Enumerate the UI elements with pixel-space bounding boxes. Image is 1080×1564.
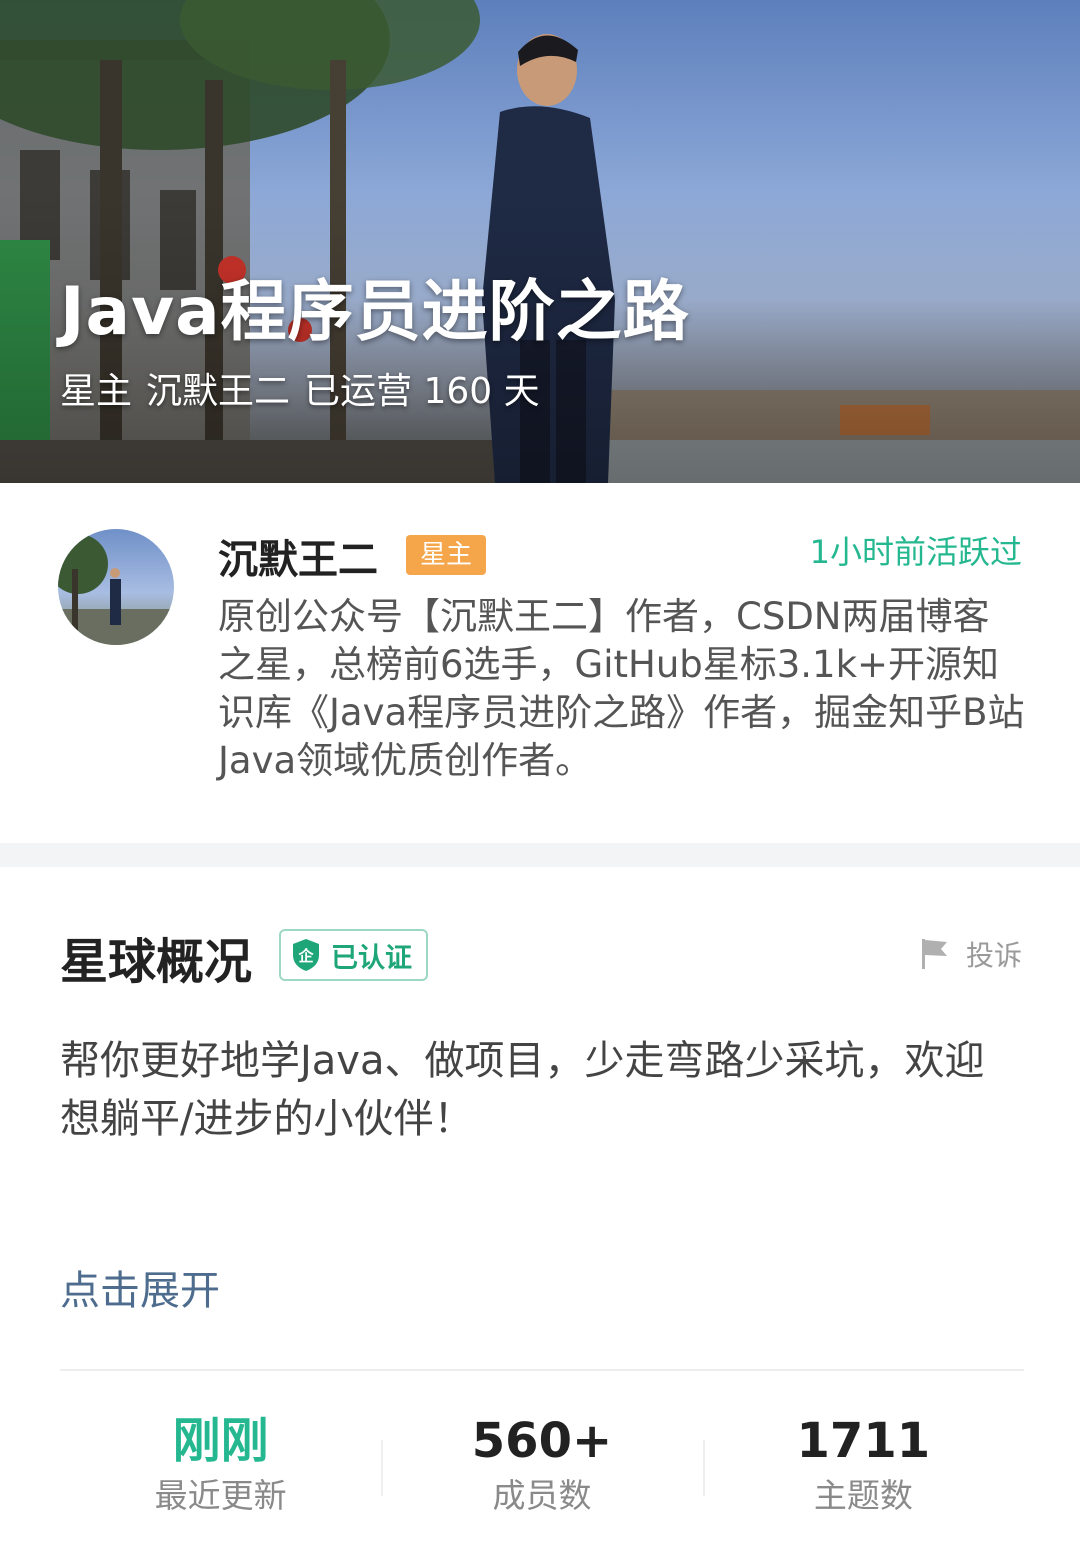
avatar-photo xyxy=(58,534,174,645)
report-button[interactable]: 投诉 xyxy=(920,934,1022,974)
stat-label: 成员数 xyxy=(492,1476,592,1515)
flag-icon xyxy=(921,939,947,969)
cover-banner: Java程序员进阶之路 星主 沉默王二 已运营 160 天 xyxy=(0,0,1080,483)
owner-card: 沉默王二 星主 1小时前活跃过 原创公众号【沉默王二】作者，CSDN两届博客之星… xyxy=(0,483,1080,843)
owner-prefix: 星主 xyxy=(60,371,133,412)
report-label: 投诉 xyxy=(965,939,1022,972)
verified-badge[interactable]: 企 已认证 xyxy=(279,929,428,981)
section-divider xyxy=(0,843,1080,867)
operating-days: 已运营 160 天 xyxy=(304,371,540,412)
stat-value: 560+ xyxy=(471,1413,613,1469)
shield-icon-text: 企 xyxy=(297,947,314,965)
verified-label: 已认证 xyxy=(331,942,412,974)
owner-name-link[interactable]: 沉默王二 xyxy=(146,371,290,412)
planet-description: 帮你更好地学Java、做项目，少走弯路少采坑，欢迎想躺平/进步的小伙伴！ xyxy=(60,1038,985,1142)
stat-value: 1711 xyxy=(796,1413,931,1469)
overview-title: 星球概况 xyxy=(60,934,253,990)
stat-members[interactable]: 560+ 成员数 xyxy=(381,1410,702,1520)
stat-value: 刚刚 xyxy=(172,1413,269,1469)
stat-label: 最近更新 xyxy=(154,1476,287,1515)
stats-divider xyxy=(60,1369,1024,1371)
active-status: 1小时前活跃过 xyxy=(809,533,1022,571)
owner-badge: 星主 xyxy=(406,535,487,575)
expand-link[interactable]: 点击展开 xyxy=(60,1258,220,1316)
stats-row: 刚刚 最近更新 560+ 成员数 1711 主题数 xyxy=(60,1410,1024,1520)
stat-topics[interactable]: 1711 主题数 xyxy=(702,1410,1024,1520)
planet-title: Java程序员进阶之路 xyxy=(60,273,690,350)
owner-name[interactable]: 沉默王二 xyxy=(218,527,378,585)
planet-subtitle: 星主 沉默王二 已运营 160 天 xyxy=(60,362,554,414)
stat-last-update: 刚刚 最近更新 xyxy=(60,1410,381,1520)
owner-bio: 原创公众号【沉默王二】作者，CSDN两届博客之星，总榜前6选手，GitHub星标… xyxy=(218,595,1025,782)
stat-label: 主题数 xyxy=(813,1476,913,1515)
avatar[interactable] xyxy=(58,529,174,645)
shield-icon: 企 xyxy=(293,939,319,971)
